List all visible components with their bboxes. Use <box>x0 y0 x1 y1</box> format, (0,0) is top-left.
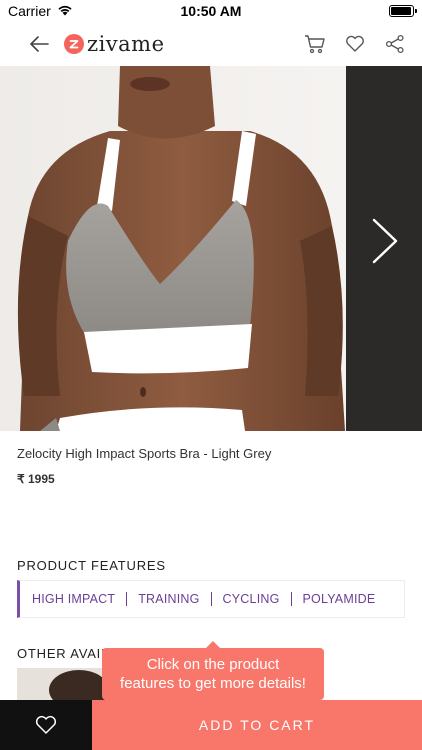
features-heading: PRODUCT FEATURES <box>17 558 166 573</box>
tooltip-line-1: Click on the product <box>146 656 280 673</box>
cart-icon <box>305 35 325 54</box>
status-bar: Carrier 10:50 AM <box>0 0 422 22</box>
share-icon <box>385 34 404 54</box>
product-image[interactable] <box>0 66 422 431</box>
feature-divider <box>210 592 212 606</box>
nav-icons <box>302 31 408 57</box>
logo-z-icon <box>69 40 79 49</box>
wishlist-nav-button[interactable] <box>342 31 368 57</box>
feature-divider <box>290 592 292 606</box>
feature-cycling[interactable]: CYCLING <box>223 592 280 606</box>
logo-text: zivame <box>87 32 165 56</box>
feature-high-impact[interactable]: HIGH IMPACT <box>32 592 115 606</box>
battery-icon <box>389 5 417 17</box>
add-to-wishlist-button[interactable] <box>0 700 92 750</box>
thumbnail-photo <box>17 668 105 700</box>
other-available-heading: OTHER AVAIL <box>17 646 110 661</box>
product-price: ₹ 1995 <box>17 472 55 486</box>
share-button[interactable] <box>382 31 408 57</box>
back-arrow-icon <box>30 36 49 52</box>
wifi-icon <box>57 3 73 19</box>
back-button[interactable] <box>22 27 56 61</box>
next-image-icon[interactable] <box>368 216 402 266</box>
feature-divider <box>126 592 128 606</box>
battery-level <box>391 7 411 15</box>
heart-icon <box>346 35 364 52</box>
product-title: Zelocity High Impact Sports Bra - Light … <box>17 446 272 461</box>
nav-bar: zivame <box>0 22 422 66</box>
feature-training[interactable]: TRAINING <box>138 592 199 606</box>
heart-icon <box>35 715 57 734</box>
tooltip-line-2: features to get more details! <box>120 675 306 692</box>
features-list: HIGH IMPACT TRAINING CYCLING POLYAMIDE <box>17 580 405 618</box>
feature-polyamide[interactable]: POLYAMIDE <box>303 592 376 606</box>
logo-mark <box>64 34 84 54</box>
features-tooltip[interactable]: Click on the product features to get mor… <box>102 641 324 700</box>
zivame-logo[interactable]: zivame <box>64 32 165 56</box>
product-photo <box>0 66 422 431</box>
cart-button[interactable] <box>302 31 328 57</box>
bottom-action-bar: ADD TO CART <box>0 700 422 750</box>
status-left: Carrier <box>8 3 73 19</box>
add-to-cart-button[interactable]: ADD TO CART <box>92 700 422 750</box>
other-product-thumbnail[interactable] <box>17 668 105 700</box>
carrier-label: Carrier <box>8 3 51 19</box>
